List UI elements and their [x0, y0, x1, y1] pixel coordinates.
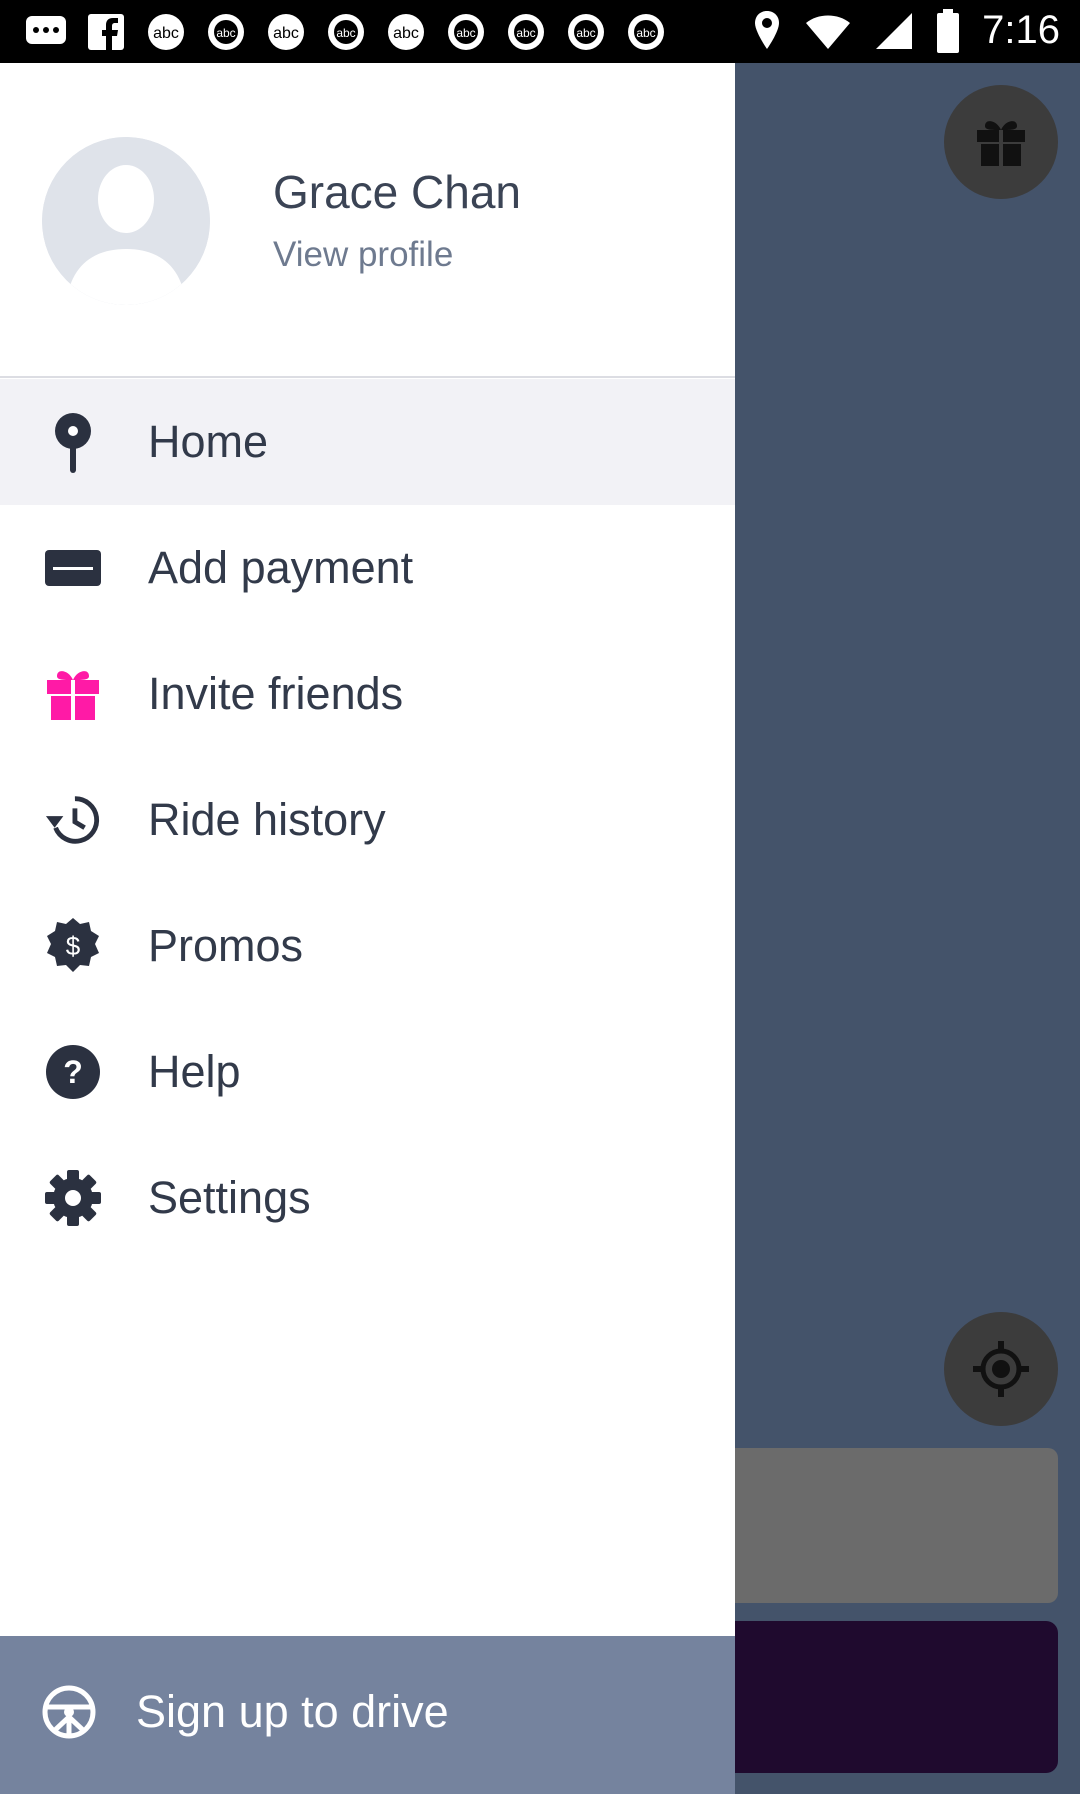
menu-item-settings[interactable]: Settings: [0, 1135, 735, 1261]
abc-icon: abc: [624, 10, 668, 54]
avatar[interactable]: [42, 137, 210, 305]
menu-item-label: Ride history: [148, 794, 386, 845]
svg-text:abc: abc: [576, 26, 595, 40]
menu-item-label: Invite friends: [148, 668, 404, 719]
sign-up-to-drive-button[interactable]: Sign up to drive: [0, 1636, 735, 1794]
menu-item-label: Promos: [148, 920, 304, 971]
gift-icon: [977, 121, 1025, 166]
abc-icon: abc: [564, 10, 608, 54]
menu-item-ride-history[interactable]: Ride history: [0, 757, 735, 883]
menu-item-invite-friends[interactable]: Invite friends: [0, 631, 735, 757]
svg-text:abc: abc: [636, 26, 655, 40]
my-location-button[interactable]: [944, 1312, 1058, 1426]
promo-dollar-icon: $: [44, 917, 102, 975]
battery-icon: [937, 8, 960, 53]
wifi-icon: [806, 15, 851, 49]
svg-text:?: ?: [63, 1054, 83, 1090]
menu-item-promos[interactable]: $ Promos: [0, 883, 735, 1009]
steering-wheel-icon: [42, 1685, 96, 1739]
avatar-placeholder-icon: [42, 137, 210, 305]
svg-text:abc: abc: [153, 25, 179, 42]
credit-card-icon: [44, 539, 102, 597]
notification-icons: abc abc abc abc abc abc abc abc abc: [24, 10, 668, 54]
status-bar: abc abc abc abc abc abc abc abc abc 7:16: [0, 0, 1080, 63]
menu-item-label: Home: [148, 416, 269, 467]
svg-text:abc: abc: [216, 26, 235, 40]
background-action-button: [700, 1621, 1058, 1773]
abc7-icon: abc: [384, 10, 428, 54]
location-icon: [755, 10, 780, 49]
background-card: [700, 1448, 1058, 1603]
svg-text:$: $: [66, 931, 81, 961]
history-icon: [44, 791, 102, 849]
svg-text:abc: abc: [516, 26, 535, 40]
profile-name: Grace Chan: [273, 166, 522, 218]
abc-icon: abc: [204, 10, 248, 54]
messages-icon: [24, 10, 68, 54]
menu-item-home[interactable]: Home: [0, 379, 735, 505]
menu-item-label: Add payment: [148, 542, 414, 593]
clock: 7:16: [982, 8, 1060, 52]
gift-fab-button[interactable]: [944, 85, 1058, 199]
menu-item-label: Help: [148, 1046, 241, 1097]
menu-item-add-payment[interactable]: Add payment: [0, 505, 735, 631]
menu-item-label: Settings: [148, 1172, 311, 1223]
gift-icon: [44, 665, 102, 723]
gear-icon: [44, 1169, 102, 1227]
svg-text:abc: abc: [393, 25, 419, 42]
menu-item-help[interactable]: ? Help: [0, 1009, 735, 1135]
abc7-icon: abc: [264, 10, 308, 54]
location-pin-icon: [44, 413, 102, 473]
svg-text:abc: abc: [456, 26, 475, 40]
sign-up-to-drive-label: Sign up to drive: [136, 1686, 449, 1737]
system-icons: 7:16: [752, 8, 1060, 53]
help-icon: ?: [44, 1043, 102, 1101]
navigation-drawer: Grace Chan View profile Home Add payment…: [0, 63, 735, 1794]
svg-text:abc: abc: [336, 26, 355, 40]
drawer-menu: Home Add payment Invite friends Ride his…: [0, 379, 735, 1261]
crosshair-icon: [973, 1341, 1029, 1397]
abc-icon: abc: [324, 10, 368, 54]
profile-header[interactable]: Grace Chan View profile: [0, 63, 735, 378]
signal-icon: [876, 12, 913, 49]
abc-icon: abc: [444, 10, 488, 54]
abc7-icon: abc: [144, 10, 188, 54]
facebook-icon: [84, 10, 128, 54]
svg-text:abc: abc: [273, 25, 299, 42]
view-profile-link[interactable]: View profile: [273, 235, 453, 275]
abc-icon: abc: [504, 10, 548, 54]
